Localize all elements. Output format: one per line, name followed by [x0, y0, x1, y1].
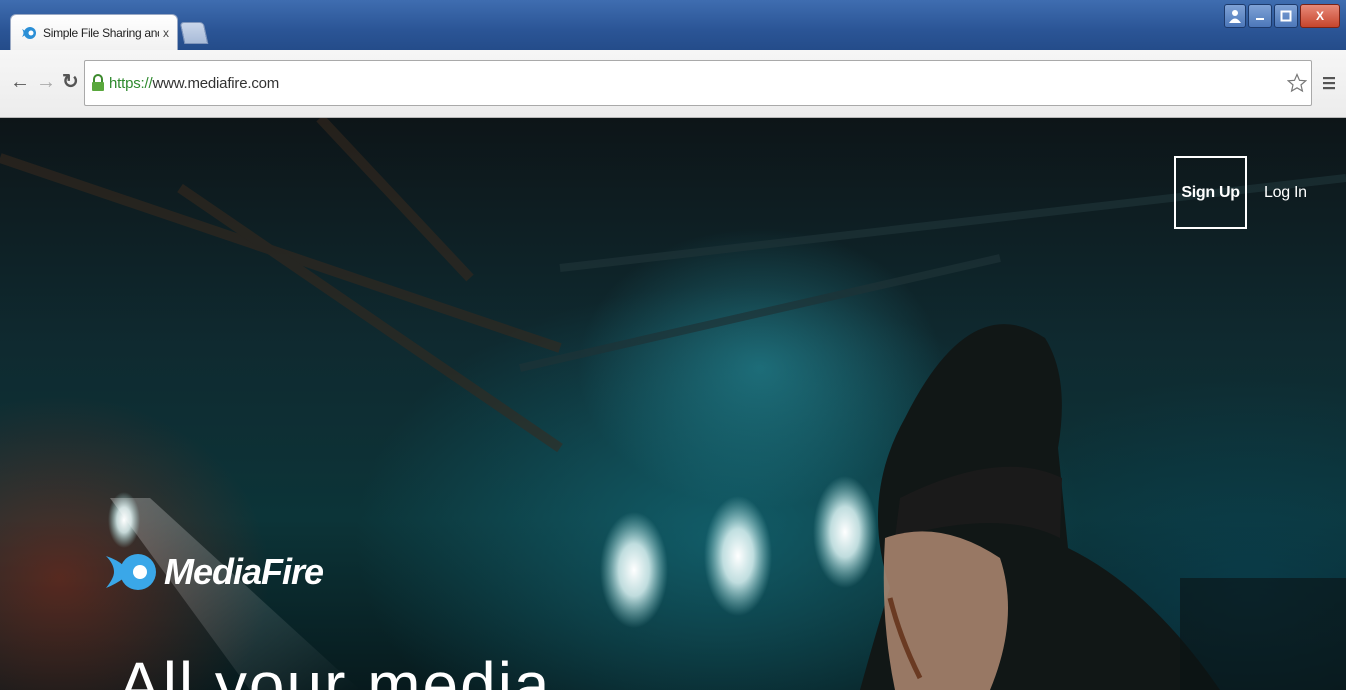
mediafire-brand[interactable]: MediaFire — [104, 550, 324, 594]
close-window-button[interactable]: X — [1300, 4, 1340, 28]
user-profile-icon[interactable] — [1224, 4, 1246, 28]
lock-icon — [92, 74, 104, 91]
window-controls: X — [1224, 4, 1340, 28]
tab-title: Simple File Sharing and St — [43, 25, 159, 40]
url-host: www.mediafire.com — [152, 74, 280, 92]
mediafire-favicon — [22, 26, 36, 39]
login-link[interactable]: Log In — [1264, 178, 1307, 208]
hero-background-photo — [0, 118, 1346, 690]
brand-name: MediaFire — [164, 551, 324, 592]
tab-close-icon[interactable]: x — [163, 26, 169, 40]
forward-arrow-icon[interactable]: → — [36, 72, 56, 92]
star-icon[interactable] — [1287, 73, 1307, 93]
menu-icon[interactable] — [1322, 76, 1336, 90]
reload-icon[interactable]: ↻ — [62, 72, 79, 92]
hero-headline: All your media — [118, 649, 552, 690]
hero-section: Sign Up Log In MediaFire All your media — [0, 118, 1346, 690]
maximize-button[interactable] — [1274, 4, 1298, 28]
signup-button[interactable]: Sign Up — [1174, 156, 1247, 229]
address-bar[interactable]: https://www.mediafire.com — [84, 60, 1312, 106]
url-scheme: https:// — [109, 74, 153, 92]
browser-toolbar: ← → ↻ https://www.mediafire.com — [0, 50, 1346, 118]
back-arrow-icon[interactable]: ← — [10, 72, 30, 92]
address-url: https://www.mediafire.com — [109, 75, 279, 92]
browser-title-bar: Simple File Sharing and St x X — [0, 0, 1346, 50]
mediafire-logo-icon — [106, 554, 156, 590]
minimize-button[interactable] — [1248, 4, 1272, 28]
browser-tab-active[interactable]: Simple File Sharing and St x — [10, 14, 178, 50]
new-tab-button[interactable] — [179, 22, 209, 44]
